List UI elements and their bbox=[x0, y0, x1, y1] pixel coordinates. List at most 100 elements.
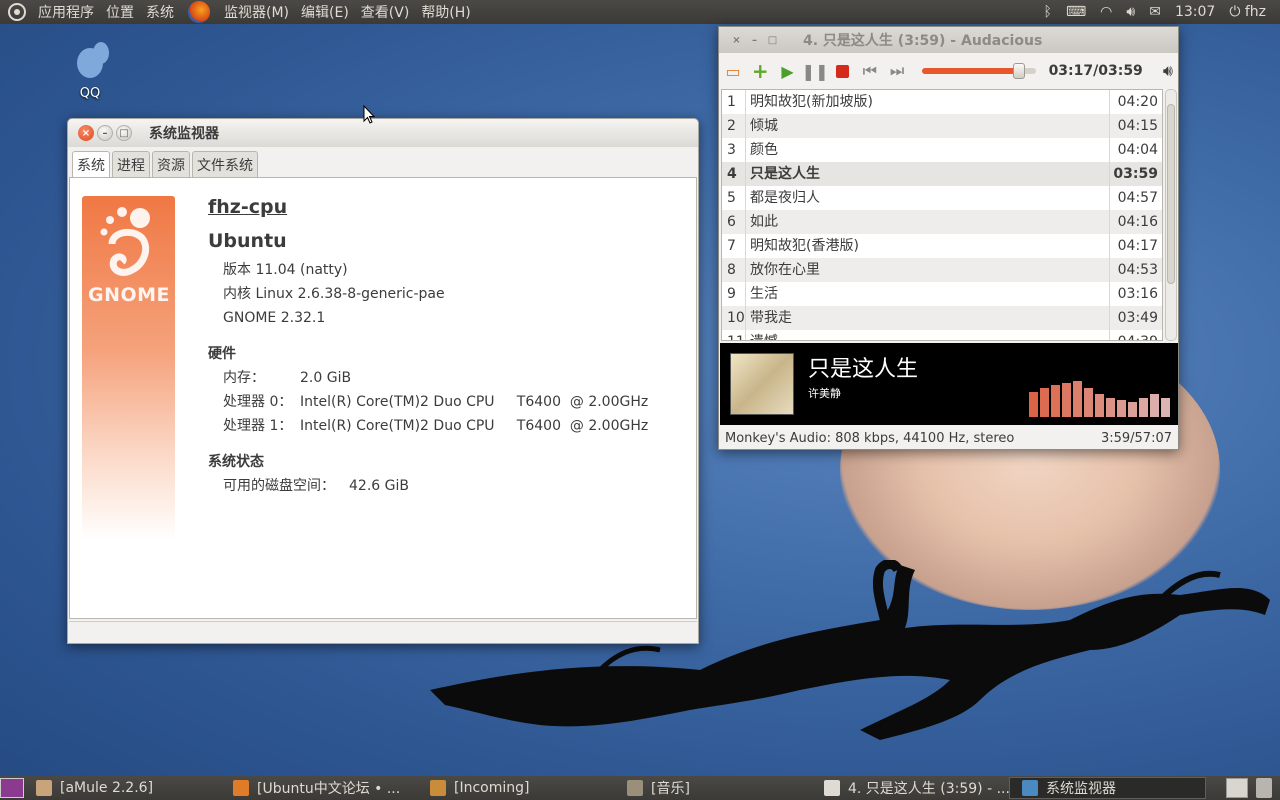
volume-icon[interactable]: 🔊︎ bbox=[1158, 61, 1178, 82]
playlist-row[interactable]: 1 明知故犯(新加坡版) 04:20 bbox=[722, 90, 1162, 114]
visualizer-bar bbox=[1062, 383, 1071, 417]
seek-slider[interactable] bbox=[922, 63, 1036, 79]
scrollbar-thumb[interactable] bbox=[1167, 104, 1175, 284]
playlist-title: 倾城 bbox=[746, 114, 1110, 138]
menu-places[interactable]: 位置 bbox=[100, 2, 140, 22]
seek-handle[interactable] bbox=[1012, 63, 1025, 79]
playlist-title: 放你在心里 bbox=[746, 258, 1110, 282]
playlist-title: 如此 bbox=[746, 210, 1110, 234]
titlebar[interactable]: × – □ 系统监视器 bbox=[68, 119, 698, 147]
ubuntu-logo-icon[interactable] bbox=[8, 3, 26, 21]
tab-resources[interactable]: 资源 bbox=[152, 151, 190, 178]
cpu1-row: 处理器 1： Intel(R) Core(TM)2 Duo CPU T6400 … bbox=[208, 414, 648, 438]
qq-icon bbox=[71, 36, 109, 82]
visualizer-bar bbox=[1040, 388, 1049, 417]
menu-applications[interactable]: 应用程序 bbox=[32, 2, 100, 22]
tab-system[interactable]: 系统 bbox=[72, 151, 110, 178]
gnome-foot-icon bbox=[100, 207, 150, 276]
workspace-switcher[interactable] bbox=[1226, 778, 1248, 798]
playlist-row[interactable]: 5 都是夜归人 04:57 bbox=[722, 186, 1162, 210]
stop-icon[interactable] bbox=[833, 61, 853, 82]
playlist-scrollbar[interactable] bbox=[1165, 89, 1177, 341]
add-icon[interactable]: + bbox=[750, 59, 770, 83]
playlist-dur: 03:49 bbox=[1117, 310, 1158, 326]
playlist-num: 5 bbox=[722, 186, 746, 210]
desktop-icon-qq[interactable]: QQ bbox=[62, 36, 118, 101]
menu-edit[interactable]: 编辑(E) bbox=[295, 2, 355, 22]
minimize-button[interactable]: – bbox=[97, 125, 113, 141]
show-desktop-button[interactable] bbox=[0, 778, 24, 798]
desktop-icon-label: QQ bbox=[79, 86, 101, 101]
tab-processes[interactable]: 进程 bbox=[112, 151, 150, 178]
system-tab-panel: GNOME fhz-cpu Ubuntu 版本 11.04 (natty) 内核… bbox=[69, 177, 697, 619]
playlist-row[interactable]: 3 颜色 04:04 bbox=[722, 138, 1162, 162]
app-icon bbox=[627, 780, 643, 796]
previous-icon[interactable]: ⏮ bbox=[860, 61, 880, 82]
maximize-button[interactable]: □ bbox=[765, 33, 780, 48]
playlist-dur: 04:16 bbox=[1117, 214, 1158, 230]
playlist-row[interactable]: 10 带我走 03:49 bbox=[722, 306, 1162, 330]
network-wifi-icon[interactable]: ◠ bbox=[1100, 4, 1112, 20]
volume-icon[interactable]: 🔊︎ bbox=[1126, 4, 1135, 20]
visualizer-bar bbox=[1128, 402, 1137, 417]
tab-filesystems[interactable]: 文件系统 bbox=[192, 151, 258, 178]
playlist-row[interactable]: 4 只是这人生 03:59 bbox=[722, 162, 1162, 186]
playlist-row[interactable]: 7 明知故犯(香港版) 04:17 bbox=[722, 234, 1162, 258]
clock[interactable]: 13:07 bbox=[1175, 4, 1215, 20]
next-icon[interactable]: ⏭ bbox=[887, 61, 907, 82]
visualizer-bar bbox=[1150, 394, 1159, 417]
titlebar[interactable]: × – □ 4. 只是这人生 (3:59) - Audacious bbox=[719, 27, 1178, 53]
user-menu[interactable]: ⏻ fhz bbox=[1229, 4, 1266, 20]
firefox-launcher-icon[interactable] bbox=[188, 1, 210, 23]
now-playing-panel: 只是这人生 许美静 bbox=[720, 343, 1178, 425]
player-toolbar: ▭ + ▶ ❚❚ ⏮ ⏭ 03:17/03:59 🔊︎ bbox=[719, 53, 1178, 89]
playlist: 1 明知故犯(新加坡版) 04:20 2 倾城 04:15 3 颜色 04:04 4 只是这人生 03… bbox=[721, 89, 1163, 341]
trash-icon[interactable] bbox=[1256, 778, 1272, 798]
playlist-num: 11 bbox=[722, 330, 746, 340]
taskbar-item[interactable]: [音乐] bbox=[615, 777, 812, 799]
taskbar-tray bbox=[1226, 778, 1272, 798]
status-bar: Monkey's Audio: 808 kbps, 44100 Hz, ster… bbox=[719, 427, 1178, 449]
playlist-title: 遗憾 bbox=[746, 330, 1110, 340]
app-icon bbox=[1022, 780, 1038, 796]
taskbar-item[interactable]: [Incoming] bbox=[418, 777, 615, 799]
taskbar-item[interactable]: 系统监视器 bbox=[1009, 777, 1206, 799]
audacious-window: × – □ 4. 只是这人生 (3:59) - Audacious ▭ + ▶ … bbox=[718, 26, 1179, 450]
taskbar-item[interactable]: 4. 只是这人生 (3:59) - ... bbox=[812, 777, 1009, 799]
cpu0-label: 处理器 0： bbox=[223, 394, 293, 410]
playlist-title: 明知故犯(新加坡版) bbox=[746, 90, 1110, 114]
playlist-dur: 04:57 bbox=[1117, 190, 1158, 206]
close-button[interactable]: × bbox=[78, 125, 94, 141]
pause-icon[interactable]: ❚❚ bbox=[802, 61, 829, 82]
tab-bar: 系统 进程 资源 文件系统 bbox=[68, 147, 698, 178]
close-button[interactable]: × bbox=[729, 33, 744, 48]
menu-system[interactable]: 系统 bbox=[140, 2, 180, 22]
menu-view[interactable]: 查看(V) bbox=[355, 2, 416, 22]
playlist-title: 都是夜归人 bbox=[746, 186, 1110, 210]
keyboard-icon[interactable]: ⌨ bbox=[1066, 4, 1086, 20]
kernel-version: 内核 Linux 2.6.38-8-generic-pae bbox=[223, 286, 445, 302]
system-monitor-window: × – □ 系统监视器 系统 进程 资源 文件系统 GNOME fhz-cpu … bbox=[67, 118, 699, 644]
minimize-button[interactable]: – bbox=[747, 33, 762, 48]
bluetooth-icon[interactable]: ᛒ bbox=[1044, 4, 1052, 20]
play-icon[interactable]: ▶ bbox=[777, 61, 797, 82]
app-icon bbox=[824, 780, 840, 796]
playlist-row[interactable]: 2 倾城 04:15 bbox=[722, 114, 1162, 138]
open-folder-icon[interactable]: ▭ bbox=[723, 61, 743, 82]
playlist-title: 带我走 bbox=[746, 306, 1110, 330]
playlist-row[interactable]: 11遗憾04:39 bbox=[722, 330, 1162, 340]
playlist-row[interactable]: 9 生活 03:16 bbox=[722, 282, 1162, 306]
taskbar-item[interactable]: [Ubuntu中文论坛 • ... bbox=[221, 777, 418, 799]
visualizer-bar bbox=[1161, 398, 1170, 417]
taskbar-item[interactable]: [aMule 2.2.6] bbox=[24, 777, 221, 799]
playlist-row[interactable]: 8 放你在心里 04:53 bbox=[722, 258, 1162, 282]
maximize-button[interactable]: □ bbox=[116, 125, 132, 141]
playlist-row[interactable]: 6 如此 04:16 bbox=[722, 210, 1162, 234]
menu-help[interactable]: 帮助(H) bbox=[415, 2, 476, 22]
cpu0-row: 处理器 0： Intel(R) Core(TM)2 Duo CPU T6400 … bbox=[208, 390, 648, 414]
app-icon bbox=[36, 780, 52, 796]
menu-monitor[interactable]: 监视器(M) bbox=[218, 2, 295, 22]
taskbar-item-label: 系统监视器 bbox=[1046, 781, 1116, 797]
mail-icon[interactable]: ✉ bbox=[1149, 4, 1161, 20]
window-title: 系统监视器 bbox=[149, 126, 219, 142]
